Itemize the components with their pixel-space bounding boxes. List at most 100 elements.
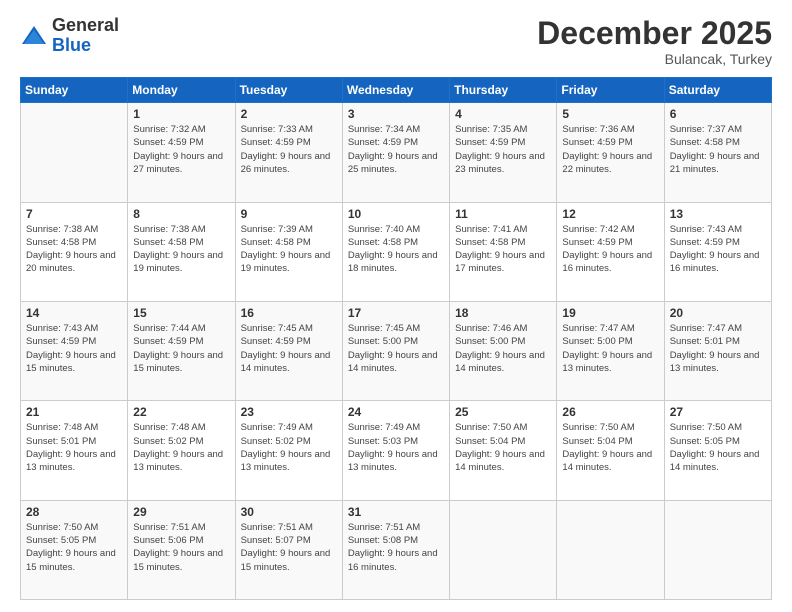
day-info: Sunrise: 7:50 AM Sunset: 5:04 PM Daylight:… (562, 421, 658, 474)
day-info: Sunrise: 7:47 AMSunset: 5:00 PMDaylight:… (562, 322, 658, 375)
day-number: 1 (133, 107, 229, 121)
sunset-text: Sunset: 4:59 PM (562, 137, 632, 148)
day-number: 7 (26, 207, 122, 221)
day-info: Sunrise: 7:32 AM Sunset: 4:59 PM Daylight:… (133, 123, 229, 176)
sunset-text: Sunset: 5:02 PM (241, 436, 311, 447)
day-number: 25 (455, 405, 551, 419)
day-number: 4 (455, 107, 551, 121)
daylight-text: Daylight: 9 hours and 27 minutes. (133, 151, 223, 175)
sunrise-text: Sunrise: 7:47 AM (562, 323, 634, 334)
logo: General Blue (20, 16, 119, 56)
day-info: Sunrise: 7:46 AMSunset: 5:00 PMDaylight:… (455, 322, 551, 375)
day-number: 17 (348, 306, 444, 320)
day-number: 15 (133, 306, 229, 320)
day-info: Sunrise: 7:39 AMSunset: 4:58 PMDaylight:… (241, 223, 337, 276)
day-number: 28 (26, 505, 122, 519)
sunset-text: Sunset: 4:58 PM (348, 237, 418, 248)
col-wednesday: Wednesday (342, 78, 449, 103)
day-info: Sunrise: 7:37 AMSunset: 4:58 PMDaylight:… (670, 123, 766, 176)
sunrise-text: Sunrise: 7:32 AM (133, 124, 205, 135)
table-row: 2Sunrise: 7:33 AMSunset: 4:59 PMDaylight… (235, 103, 342, 202)
daylight-text: Daylight: 9 hours and 13 minutes. (348, 449, 438, 473)
day-number: 23 (241, 405, 337, 419)
sunset-text: Sunset: 4:59 PM (348, 137, 418, 148)
logo-blue: Blue (52, 35, 91, 55)
sunrise-text: Sunrise: 7:34 AM (348, 124, 420, 135)
daylight-text: Daylight: 9 hours and 23 minutes. (455, 151, 545, 175)
sunrise-text: Sunrise: 7:33 AM (241, 124, 313, 135)
day-number: 29 (133, 505, 229, 519)
col-thursday: Thursday (450, 78, 557, 103)
table-row (664, 500, 771, 599)
day-number: 13 (670, 207, 766, 221)
table-row: 10Sunrise: 7:40 AMSunset: 4:58 PMDayligh… (342, 202, 449, 301)
day-info: Sunrise: 7:38 AMSunset: 4:58 PMDaylight:… (133, 223, 229, 276)
sunrise-text: Sunrise: 7:48 AM (26, 422, 98, 433)
sunset-text: Sunset: 4:59 PM (241, 137, 311, 148)
sunrise-text: Sunrise: 7:38 AM (133, 224, 205, 235)
sunset-text: Sunset: 5:00 PM (562, 336, 632, 347)
col-tuesday: Tuesday (235, 78, 342, 103)
sunrise-text: Sunrise: 7:50 AM (562, 422, 634, 433)
daylight-text: Daylight: 9 hours and 14 minutes. (562, 449, 652, 473)
col-friday: Friday (557, 78, 664, 103)
sunset-text: Sunset: 5:04 PM (562, 436, 632, 447)
sunrise-text: Sunrise: 7:37 AM (670, 124, 742, 135)
day-info: Sunrise: 7:50 AMSunset: 5:05 PMDaylight:… (26, 521, 122, 574)
table-row: 17Sunrise: 7:45 AMSunset: 5:00 PMDayligh… (342, 301, 449, 400)
sunset-text: Sunset: 4:59 PM (133, 336, 203, 347)
daylight-text: Daylight: 9 hours and 15 minutes. (133, 350, 223, 374)
sunset-text: Sunset: 4:59 PM (562, 237, 632, 248)
table-row: 27Sunrise: 7:50 AMSunset: 5:05 PMDayligh… (664, 401, 771, 500)
sunrise-text: Sunrise: 7:48 AM (133, 422, 205, 433)
sunset-text: Sunset: 5:00 PM (455, 336, 525, 347)
day-info: Sunrise: 7:38 AMSunset: 4:58 PMDaylight:… (26, 223, 122, 276)
day-number: 5 (562, 107, 658, 121)
table-row: 25Sunrise: 7:50 AMSunset: 5:04 PMDayligh… (450, 401, 557, 500)
sunrise-text: Sunrise: 7:39 AM (241, 224, 313, 235)
daylight-text: Daylight: 9 hours and 16 minutes. (562, 250, 652, 274)
day-info: Sunrise: 7:40 AMSunset: 4:58 PMDaylight:… (348, 223, 444, 276)
day-number: 9 (241, 207, 337, 221)
table-row: 11Sunrise: 7:41 AMSunset: 4:58 PMDayligh… (450, 202, 557, 301)
logo-general: General (52, 15, 119, 35)
sunset-text: Sunset: 4:59 PM (455, 137, 525, 148)
table-row: 21Sunrise: 7:48 AMSunset: 5:01 PMDayligh… (21, 401, 128, 500)
location-subtitle: Bulancak, Turkey (537, 51, 772, 67)
sunrise-text: Sunrise: 7:46 AM (455, 323, 527, 334)
table-row: 7 Sunrise: 7:38 AMSunset: 4:58 PMDaylight… (21, 202, 128, 301)
sunrise-text: Sunrise: 7:51 AM (348, 522, 420, 533)
day-info: Sunrise: 7:47 AMSunset: 5:01 PMDaylight:… (670, 322, 766, 375)
daylight-text: Daylight: 9 hours and 19 minutes. (133, 250, 223, 274)
day-number: 26 (562, 405, 658, 419)
table-row: 4Sunrise: 7:35 AMSunset: 4:59 PMDaylight… (450, 103, 557, 202)
day-number: 8 (133, 207, 229, 221)
table-row (450, 500, 557, 599)
daylight-text: Daylight: 9 hours and 13 minutes. (26, 449, 116, 473)
day-number: 27 (670, 405, 766, 419)
sunrise-text: Sunrise: 7:49 AM (241, 422, 313, 433)
sunrise-text: Sunrise: 7:49 AM (348, 422, 420, 433)
calendar-week-row: 28 Sunrise: 7:50 AMSunset: 5:05 PMDayligh… (21, 500, 772, 599)
table-row (21, 103, 128, 202)
sunset-text: Sunset: 4:59 PM (133, 137, 203, 148)
sunset-text: Sunset: 5:07 PM (241, 535, 311, 546)
daylight-text: Daylight: 9 hours and 16 minutes. (348, 548, 438, 572)
calendar-week-row: 7Sunrise: 7:38 AMSunset: 4:58 PMDaylight… (21, 202, 772, 301)
calendar-week-row: 21Sunrise: 7:48 AMSunset: 5:01 PMDayligh… (21, 401, 772, 500)
day-info: Sunrise: 7:51 AMSunset: 5:08 PMDaylight:… (348, 521, 444, 574)
sunset-text: Sunset: 4:58 PM (241, 237, 311, 248)
day-info: Sunrise: 7:44 AMSunset: 4:59 PMDaylight:… (133, 322, 229, 375)
sunset-text: Sunset: 4:59 PM (26, 336, 96, 347)
table-row: 5Sunrise: 7:36 AMSunset: 4:59 PMDaylight… (557, 103, 664, 202)
table-row: 3Sunrise: 7:34 AMSunset: 4:59 PMDaylight… (342, 103, 449, 202)
table-row: 19Sunrise: 7:47 AMSunset: 5:00 PMDayligh… (557, 301, 664, 400)
sunset-text: Sunset: 5:01 PM (670, 336, 740, 347)
col-sunday: Sunday (21, 78, 128, 103)
daylight-text: Daylight: 9 hours and 18 minutes. (348, 250, 438, 274)
table-row: 20Sunrise: 7:47 AMSunset: 5:01 PMDayligh… (664, 301, 771, 400)
page: General Blue December 2025 Bulancak, Tur… (0, 0, 792, 612)
daylight-text: Daylight: 9 hours and 17 minutes. (455, 250, 545, 274)
day-info: Sunrise: 7:43 AMSunset: 4:59 PMDaylight:… (670, 223, 766, 276)
daylight-text: Daylight: 9 hours and 15 minutes. (26, 350, 116, 374)
